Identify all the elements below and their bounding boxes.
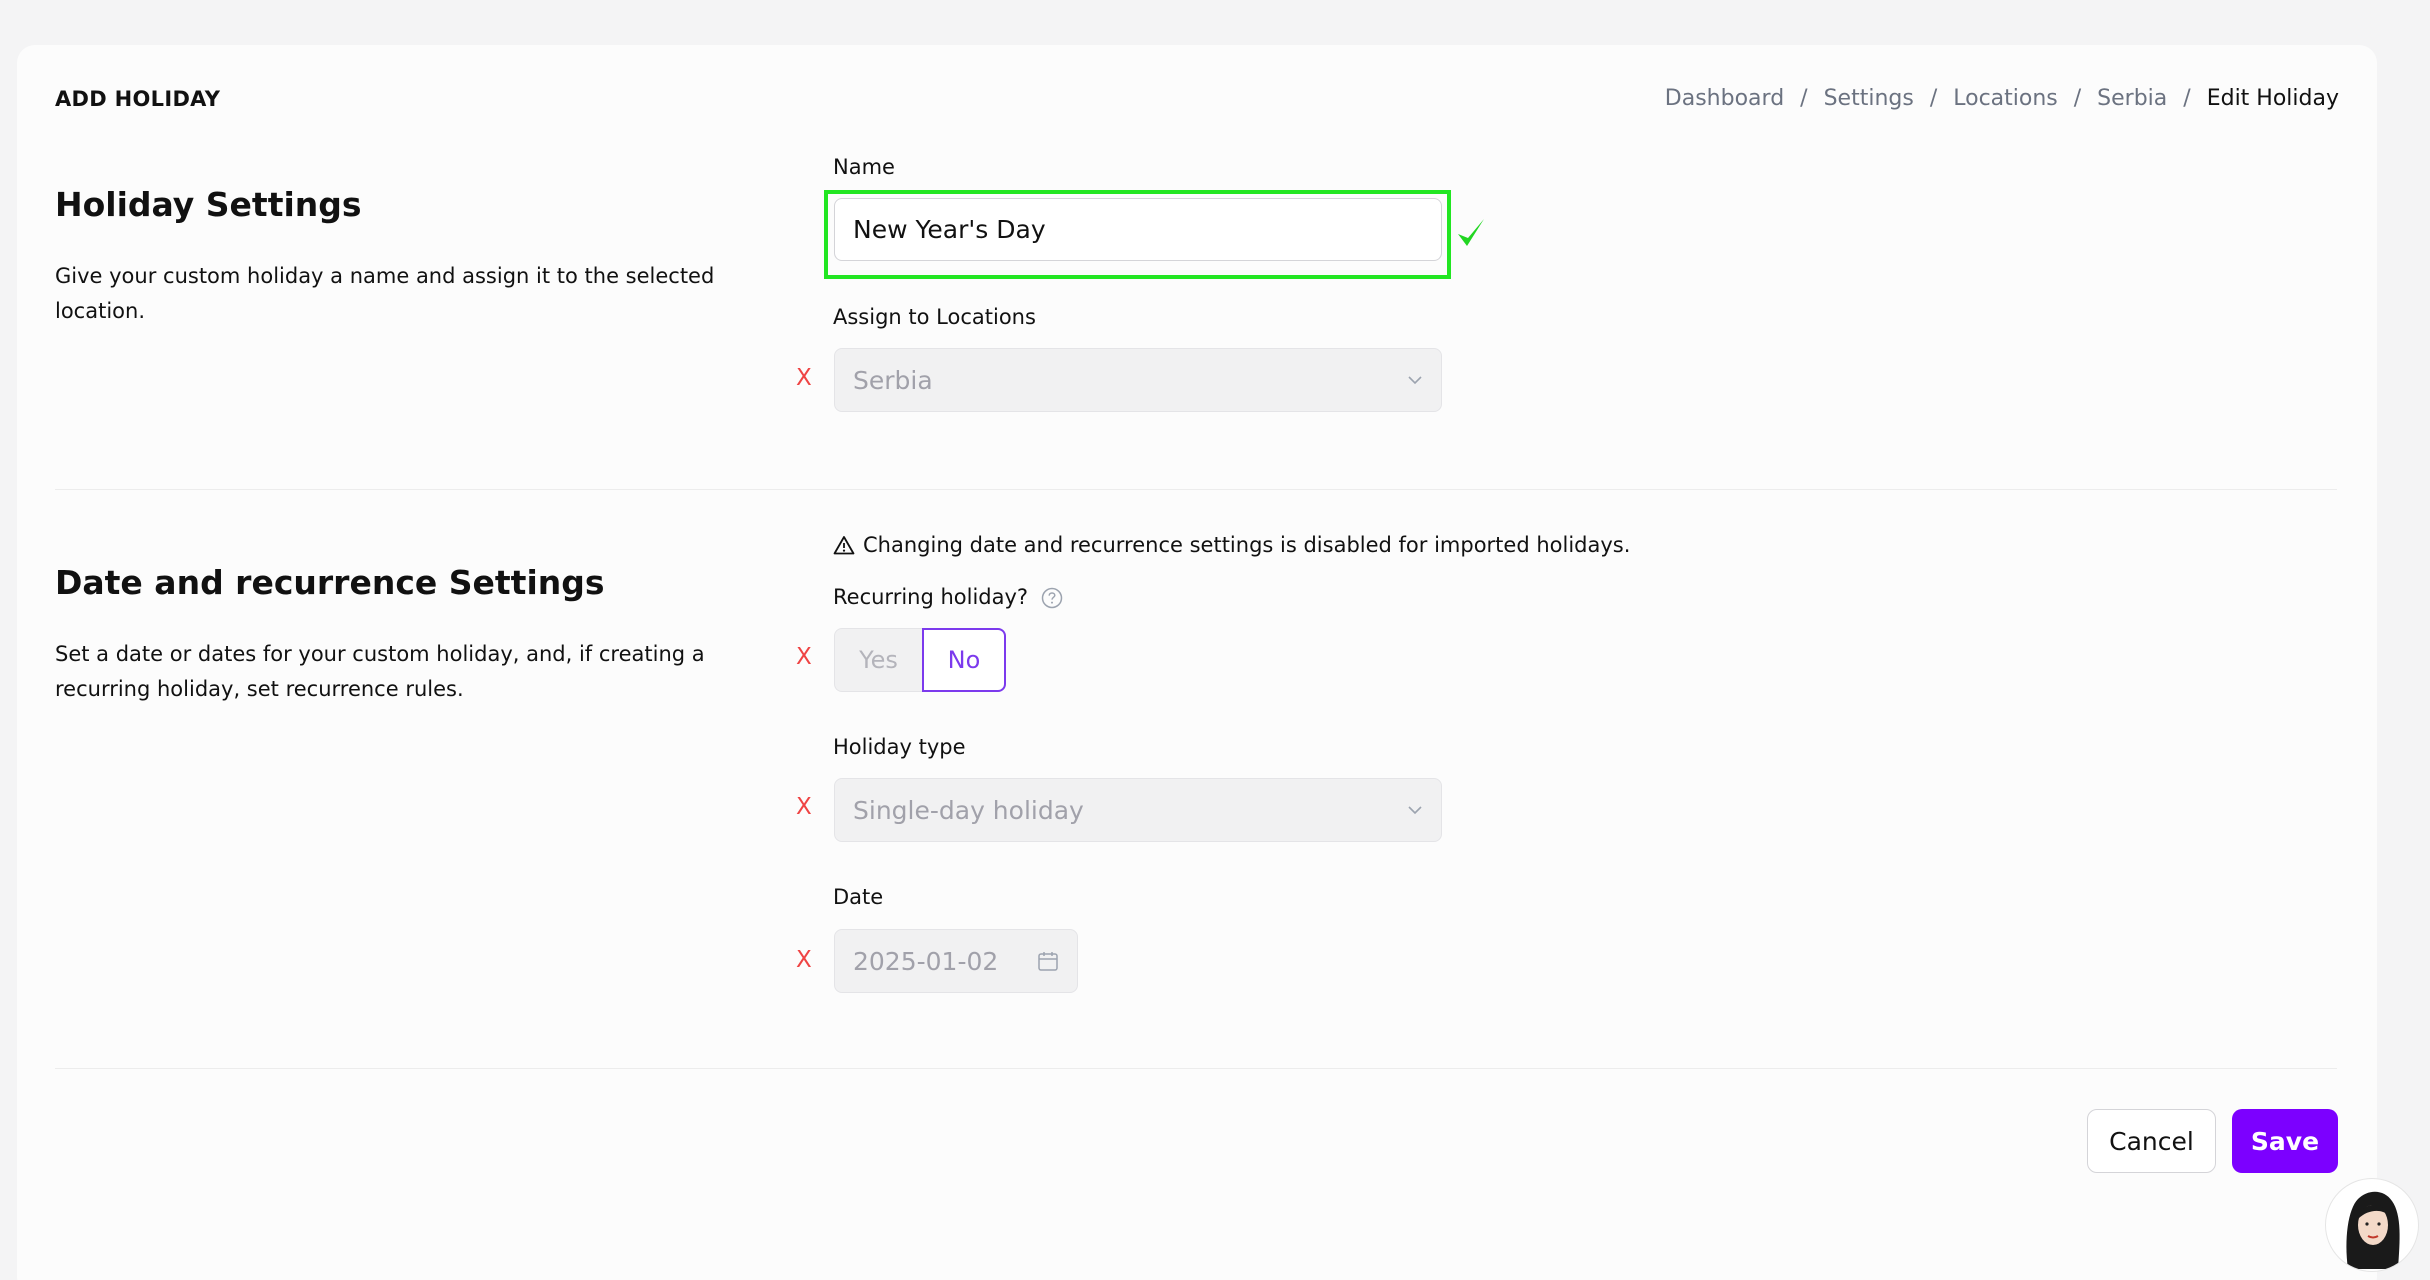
warning-text: Changing date and recurrence settings is… bbox=[863, 533, 1631, 557]
date-settings-description: Set a date or dates for your custom holi… bbox=[55, 642, 705, 701]
checkmark-icon bbox=[1458, 219, 1484, 246]
holiday-settings-description: Give your custom holiday a name and assi… bbox=[55, 264, 715, 323]
disabled-mark: X bbox=[796, 947, 812, 973]
avatar-portrait-icon bbox=[2346, 1191, 2400, 1269]
name-input[interactable]: New Year's Day bbox=[834, 198, 1442, 261]
date-settings-heading: Date and recurrence Settings bbox=[55, 563, 605, 602]
calendar-icon bbox=[1038, 952, 1058, 971]
disabled-mark: X bbox=[796, 644, 812, 670]
locations-select-value: Serbia bbox=[853, 365, 933, 395]
recurring-toggle: Yes No bbox=[834, 628, 1006, 692]
help-icon[interactable] bbox=[1041, 587, 1063, 609]
holiday-type-value: Single-day holiday bbox=[853, 795, 1084, 825]
breadcrumb-separator: / bbox=[1800, 86, 1808, 111]
date-label: Date bbox=[833, 885, 884, 909]
recurring-label: Recurring holiday? bbox=[833, 585, 1063, 609]
breadcrumb-settings[interactable]: Settings bbox=[1824, 86, 1914, 111]
holiday-type-select[interactable]: Single-day holiday bbox=[834, 778, 1442, 842]
recurring-yes-option[interactable]: Yes bbox=[834, 628, 922, 692]
warning-message: Changing date and recurrence settings is… bbox=[833, 533, 1630, 557]
breadcrumb-locations[interactable]: Locations bbox=[1953, 86, 2058, 111]
date-value: 2025-01-02 bbox=[853, 946, 999, 976]
breadcrumb-current: Edit Holiday bbox=[2206, 86, 2339, 111]
warning-icon bbox=[833, 536, 855, 555]
breadcrumb: Dashboard / Settings / Locations / Serbi… bbox=[1665, 86, 2339, 111]
breadcrumb-dashboard[interactable]: Dashboard bbox=[1665, 86, 1784, 111]
name-label: Name bbox=[833, 155, 895, 179]
recurring-no-option[interactable]: No bbox=[922, 628, 1006, 692]
date-input[interactable]: 2025-01-02 bbox=[834, 929, 1078, 993]
breadcrumb-serbia[interactable]: Serbia bbox=[2097, 86, 2167, 111]
recurring-label-text: Recurring holiday? bbox=[833, 585, 1029, 609]
locations-label: Assign to Locations bbox=[833, 305, 1036, 329]
disabled-mark: X bbox=[796, 794, 812, 820]
chevron-down-icon bbox=[1408, 806, 1422, 815]
breadcrumb-separator: / bbox=[1929, 86, 1938, 111]
breadcrumb-separator: / bbox=[2073, 86, 2082, 111]
breadcrumb-separator: / bbox=[2183, 86, 2191, 111]
disabled-mark: X bbox=[796, 365, 812, 391]
footer-divider bbox=[55, 1068, 2337, 1069]
locations-select[interactable]: Serbia bbox=[834, 348, 1442, 412]
support-avatar[interactable] bbox=[2325, 1178, 2419, 1272]
section-divider bbox=[55, 489, 2337, 490]
page-title: ADD HOLIDAY bbox=[55, 87, 221, 111]
save-button[interactable]: Save bbox=[2232, 1109, 2338, 1173]
holiday-type-label: Holiday type bbox=[833, 735, 966, 759]
chevron-down-icon bbox=[1408, 376, 1422, 385]
holiday-settings-heading: Holiday Settings bbox=[55, 185, 362, 224]
cancel-button[interactable]: Cancel bbox=[2087, 1109, 2216, 1173]
